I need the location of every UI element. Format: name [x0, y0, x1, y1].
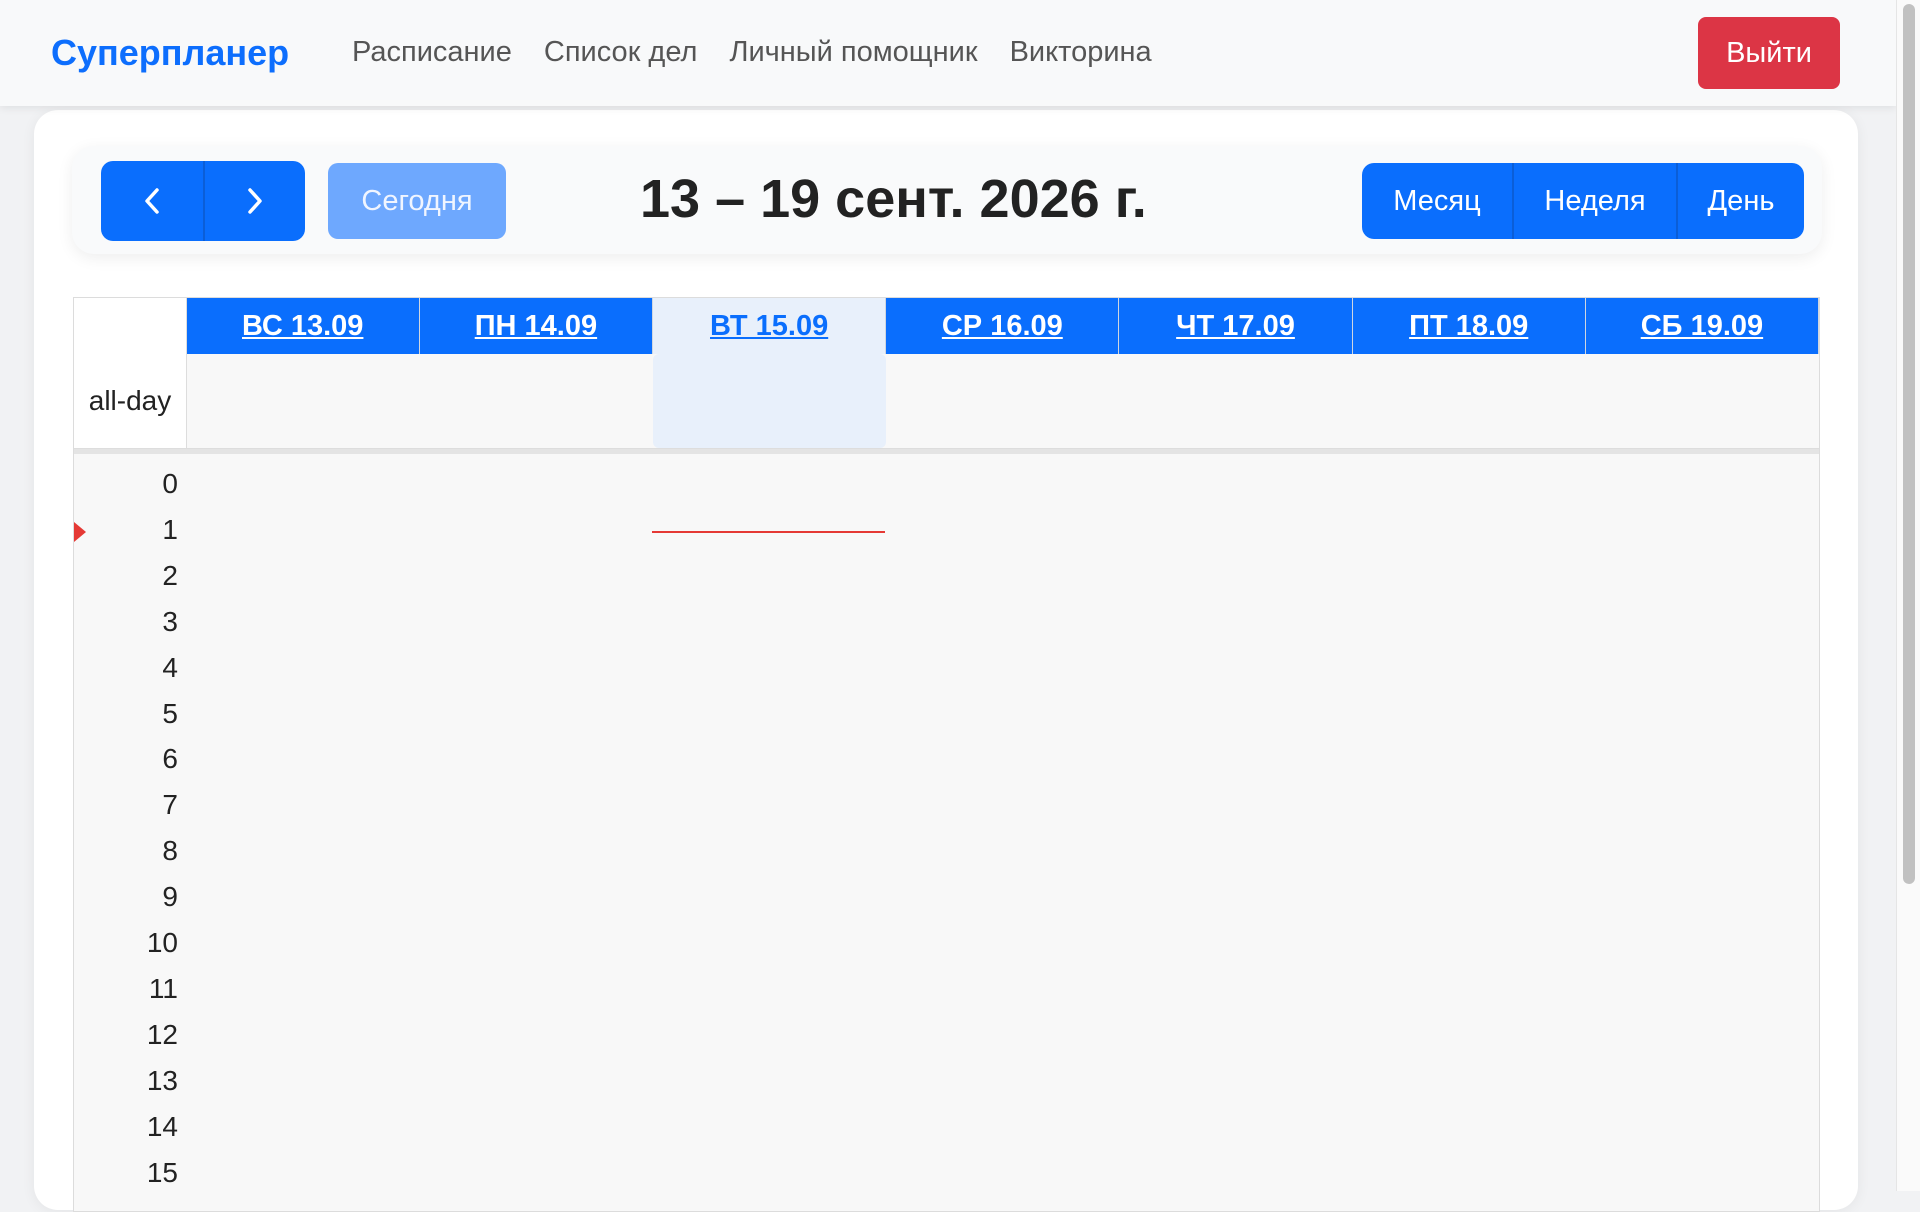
day-header-row: ВС 13.09 ПН 14.09 ВТ 15.09 СР 16.09 ЧТ 1… — [74, 298, 1819, 355]
hour-label: 2 — [162, 559, 178, 591]
page-scrollbar[interactable] — [1896, 0, 1920, 1191]
allday-cell[interactable] — [1119, 354, 1352, 448]
hour-label: 9 — [162, 881, 178, 913]
prev-week-button[interactable] — [101, 161, 203, 241]
date-range-title: 13 – 19 сент. 2026 г. — [640, 169, 1147, 229]
day-header-sat[interactable]: СБ 19.09 — [1585, 298, 1819, 354]
calendar-toolbar: Сегодня 13 – 19 сент. 2026 г. Месяц Неде… — [72, 146, 1822, 254]
allday-cell[interactable] — [886, 354, 1119, 448]
next-week-button[interactable] — [203, 161, 305, 241]
view-day-button[interactable]: День — [1676, 163, 1804, 239]
day-header-mon[interactable]: ПН 14.09 — [419, 298, 654, 354]
week-calendar-grid: ВС 13.09 ПН 14.09 ВТ 15.09 СР 16.09 ЧТ 1… — [73, 297, 1820, 1212]
nav-links: Расписание Список дел Личный помощник Ви… — [352, 36, 1152, 69]
brand-link[interactable]: Суперпланер — [51, 32, 289, 74]
day-header-thu[interactable]: ЧТ 17.09 — [1119, 298, 1353, 354]
logout-button[interactable]: Выйти — [1698, 17, 1840, 89]
hour-label: 15 — [146, 1156, 178, 1188]
allday-divider — [74, 449, 1819, 454]
day-header-wed[interactable]: СР 16.09 — [886, 298, 1120, 354]
view-month-button[interactable]: Месяц — [1362, 163, 1512, 239]
allday-cell[interactable] — [187, 354, 420, 448]
nav-link-assistant[interactable]: Личный помощник — [729, 36, 977, 69]
hour-label: 1 — [162, 513, 178, 545]
allday-cell[interactable] — [1585, 354, 1818, 448]
header-corner — [74, 298, 187, 355]
hour-label: 11 — [148, 972, 178, 1004]
now-indicator-arrow — [74, 522, 86, 542]
allday-cell[interactable] — [1352, 354, 1585, 448]
nav-link-quiz[interactable]: Викторина — [1010, 36, 1152, 69]
hour-label: 6 — [162, 743, 178, 775]
allday-row: all-day — [74, 354, 1819, 449]
day-header-sun[interactable]: ВС 13.09 — [186, 298, 420, 354]
calendar-card: Сегодня 13 – 19 сент. 2026 г. Месяц Неде… — [34, 110, 1858, 1212]
scrollbar-thumb[interactable] — [1903, 4, 1915, 884]
hour-label: 13 — [146, 1064, 178, 1096]
day-header-fri[interactable]: ПТ 18.09 — [1352, 298, 1586, 354]
hour-label: 0 — [162, 468, 178, 499]
hour-label: 7 — [162, 789, 178, 821]
hour-label: 14 — [146, 1110, 178, 1142]
nav-link-todo[interactable]: Список дел — [544, 36, 698, 69]
navbar: Суперпланер Расписание Список дел Личный… — [0, 0, 1896, 106]
hour-label: 10 — [146, 927, 178, 958]
allday-label: all-day — [74, 354, 187, 448]
now-indicator-line — [652, 531, 885, 533]
hour-label: 8 — [162, 835, 178, 867]
nav-link-schedule[interactable]: Расписание — [352, 36, 512, 69]
today-button[interactable]: Сегодня — [328, 163, 506, 239]
day-header-tue-today[interactable]: ВТ 15.09 — [653, 298, 887, 354]
hour-label: 12 — [146, 1018, 178, 1050]
hour-label: 3 — [162, 605, 178, 637]
allday-cell[interactable] — [420, 354, 653, 448]
view-week-button[interactable]: Неделя — [1512, 163, 1676, 239]
hour-label: 4 — [162, 651, 178, 683]
hour-label: 5 — [162, 697, 178, 729]
chevron-left-icon — [145, 188, 159, 214]
chevron-right-icon — [248, 188, 262, 214]
allday-cell-today[interactable] — [653, 354, 886, 448]
